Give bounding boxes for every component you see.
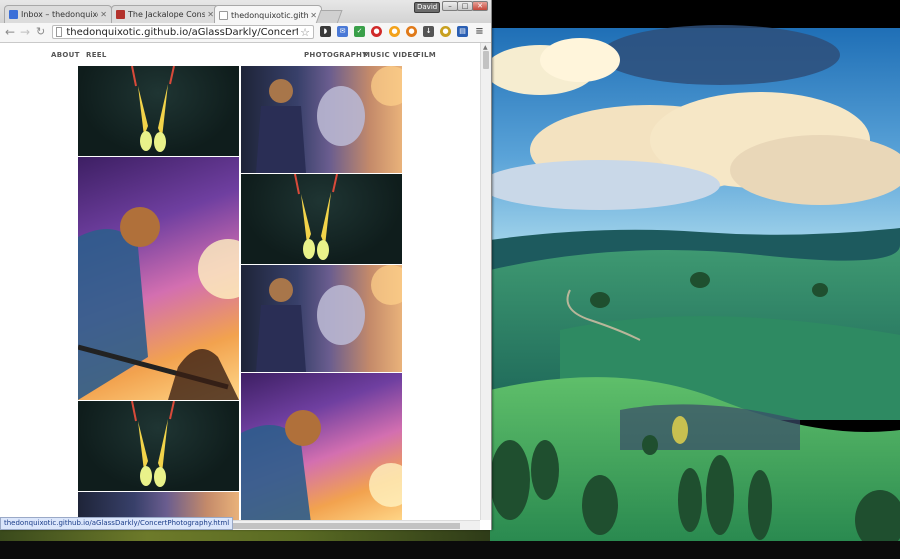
blog-icon — [116, 10, 125, 19]
photo-stage-lights[interactable] — [78, 66, 239, 156]
nav-photography[interactable]: PHOTOGRAPHY — [304, 51, 368, 59]
page-info-icon — [56, 27, 63, 37]
tab-inbox[interactable]: Inbox – thedonquixotic@… ✕ — [4, 5, 112, 23]
close-icon[interactable]: ✕ — [100, 10, 107, 19]
evernote-icon[interactable]: ✓ — [354, 26, 365, 37]
honey-icon[interactable]: ● — [389, 26, 400, 37]
address-bar-url[interactable]: thedonquixotic.github.io/aGlassDarkly/Co… — [66, 27, 298, 38]
taskbar — [0, 541, 900, 559]
pocket-icon[interactable]: ◗ — [320, 26, 331, 37]
close-window-button[interactable]: ✕ — [472, 1, 488, 11]
drummer-image — [256, 265, 402, 372]
bee-icon[interactable]: ● — [440, 26, 451, 37]
download-icon[interactable]: ↓ — [423, 26, 434, 37]
photo-drummer[interactable] — [241, 66, 402, 173]
tab-label: The Jackalope Conspiracy — [128, 10, 205, 19]
nav-reel[interactable]: REEL — [86, 51, 107, 59]
tab-strip: Inbox – thedonquixotic@… ✕ The Jackalope… — [0, 0, 491, 24]
page-viewport: ABOUT REEL PHOTOGRAPHY MUSIC VIDEO FILM — [0, 43, 480, 520]
photo-stage-lights[interactable] — [78, 401, 239, 491]
tab-jackalope[interactable]: The Jackalope Conspiracy ✕ — [111, 5, 219, 23]
gmail-icon — [9, 10, 18, 19]
scrollbar-thumb[interactable] — [483, 51, 489, 69]
guitarist-image — [78, 207, 239, 400]
scroll-up-icon[interactable]: ▲ — [483, 44, 488, 51]
tab-label: Inbox – thedonquixotic@… — [21, 10, 98, 19]
photo-guitarist[interactable] — [241, 373, 402, 520]
stage-lights-image — [131, 66, 175, 152]
minimize-button[interactable]: – — [442, 1, 458, 11]
stage-lights-image — [131, 401, 175, 487]
nav-music-video[interactable]: MUSIC VIDEO — [363, 51, 419, 59]
vertical-scrollbar[interactable]: ▲ — [480, 43, 491, 520]
close-icon[interactable]: ✕ — [310, 11, 317, 20]
maximize-button[interactable]: □ — [457, 1, 473, 11]
adblock-icon[interactable]: ● — [371, 26, 382, 37]
user-profile-button[interactable]: David — [414, 2, 441, 13]
status-bar-link-preview: thedonquixotic.github.io/aGlassDarkly/Co… — [0, 517, 234, 530]
nav-about[interactable]: ABOUT — [51, 51, 80, 59]
forward-icon[interactable]: → — [20, 25, 30, 39]
mail-icon[interactable]: ✉ — [337, 26, 348, 37]
photo-guitarist[interactable] — [78, 157, 239, 400]
bookmark-star-icon[interactable]: ☆ — [300, 26, 310, 39]
reader-icon[interactable]: ▤ — [457, 26, 468, 37]
photo-stage-lights[interactable] — [241, 174, 402, 264]
close-icon[interactable]: ✕ — [207, 10, 214, 19]
guitarist-image — [241, 410, 402, 520]
menu-icon[interactable]: ≡ — [474, 26, 485, 37]
pumpkin-icon[interactable]: ● — [406, 26, 417, 37]
tab-label: thedonquixotic.github.io/ — [231, 10, 309, 20]
nav-film[interactable]: FILM — [416, 51, 436, 59]
stage-lights-image — [294, 174, 338, 260]
page-icon — [219, 10, 228, 20]
tab-concert-photography[interactable]: thedonquixotic.github.io/ ✕ — [214, 5, 322, 24]
new-tab-button[interactable] — [315, 10, 343, 24]
drummer-image — [256, 66, 402, 173]
browser-window: Inbox – thedonquixotic@… ✕ The Jackalope… — [0, 0, 492, 530]
browser-toolbar: ← → ↻ thedonquixotic.github.io/aGlassDar… — [0, 23, 491, 43]
photo-drummer[interactable] — [78, 492, 239, 520]
photo-drummer[interactable] — [241, 265, 402, 372]
reload-icon[interactable]: ↻ — [36, 25, 45, 39]
back-icon[interactable]: ← — [5, 25, 15, 39]
address-bar[interactable]: thedonquixotic.github.io/aGlassDarkly/Co… — [52, 25, 314, 39]
